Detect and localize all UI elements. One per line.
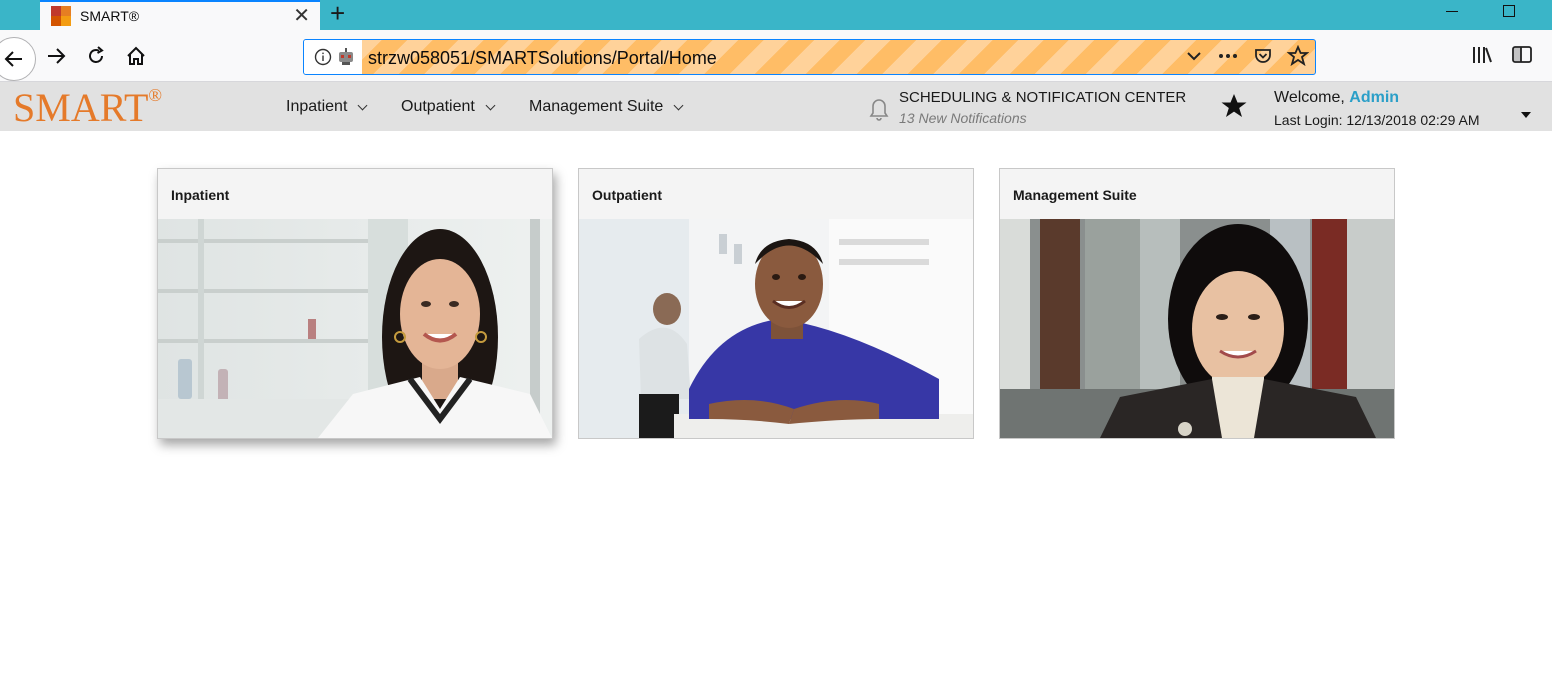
logo-text: SMART — [13, 85, 149, 130]
tile-outpatient[interactable]: Outpatient — [578, 168, 974, 439]
tile-management-suite-title: Management Suite — [1013, 187, 1137, 203]
welcome-prefix: Welcome, — [1274, 89, 1345, 106]
tile-management-suite[interactable]: Management Suite — [999, 168, 1395, 439]
woman-office-photo — [1000, 219, 1394, 438]
back-arrow-icon — [4, 51, 22, 67]
bookmark-star-icon[interactable] — [1287, 45, 1309, 67]
notification-count[interactable]: 13 New Notifications — [899, 110, 1027, 126]
last-login-text: Last Login: 12/13/2018 02:29 AM — [1274, 112, 1480, 128]
site-info-area[interactable] — [304, 40, 362, 74]
back-button[interactable] — [0, 37, 36, 81]
menu-outpatient[interactable]: Outpatient — [401, 98, 496, 116]
menu-inpatient[interactable]: Inpatient — [286, 98, 368, 116]
home-button[interactable] — [121, 41, 151, 71]
chevron-down-icon[interactable] — [1185, 47, 1203, 65]
address-bar[interactable]: strzw058051/SMARTSolutions/Portal/Home — [303, 39, 1316, 75]
smart-logo[interactable]: SMART® — [13, 84, 162, 131]
library-icon[interactable] — [1471, 45, 1493, 65]
chevron-down-icon — [673, 100, 684, 110]
user-name-link[interactable]: Admin — [1349, 89, 1399, 106]
forward-arrow-icon — [48, 48, 66, 64]
menu-inpatient-label: Inpatient — [286, 98, 348, 115]
woman-lab-coat-photo — [158, 219, 552, 438]
url-text[interactable]: strzw058051/SMARTSolutions/Portal/Home — [368, 48, 717, 69]
new-tab-icon[interactable]: + — [330, 0, 345, 26]
chevron-down-icon — [485, 100, 496, 110]
reload-button[interactable] — [81, 41, 111, 71]
maximize-window-icon[interactable] — [1503, 5, 1515, 17]
browser-nav-bar: strzw058051/SMARTSolutions/Portal/Home — [0, 30, 1552, 82]
user-menu-caret-icon[interactable] — [1521, 112, 1531, 118]
menu-outpatient-label: Outpatient — [401, 98, 475, 115]
welcome-text: Welcome, Admin — [1274, 89, 1399, 107]
app-header: SMART® Inpatient Outpatient Management S… — [0, 82, 1552, 131]
minimize-window-icon[interactable] — [1446, 11, 1458, 12]
more-actions-icon[interactable] — [1217, 47, 1239, 65]
tab-title: SMART® — [80, 8, 140, 24]
browser-tab-bar: SMART® ✕ + — [0, 0, 1552, 30]
logo-registered-mark: ® — [148, 85, 163, 105]
menu-management-suite-label: Management Suite — [529, 98, 664, 115]
tile-inpatient[interactable]: Inpatient — [157, 168, 553, 439]
tile-inpatient-title: Inpatient — [171, 187, 230, 203]
menu-management-suite[interactable]: Management Suite — [529, 98, 684, 116]
man-pharmacy-photo — [579, 219, 973, 438]
info-icon — [314, 48, 332, 66]
tile-outpatient-title: Outpatient — [592, 187, 662, 203]
reload-icon — [89, 46, 104, 63]
bell-icon[interactable] — [867, 95, 891, 121]
robot-icon — [339, 48, 353, 65]
home-icon — [127, 46, 145, 65]
favorites-star-icon[interactable] — [1220, 93, 1248, 119]
sidebar-icon[interactable] — [1511, 45, 1533, 65]
close-tab-icon[interactable]: ✕ — [293, 6, 310, 26]
notification-center-link[interactable]: SCHEDULING & NOTIFICATION CENTER — [899, 89, 1186, 106]
smart-favicon-icon — [51, 6, 71, 26]
chevron-down-icon — [357, 100, 368, 110]
browser-tab[interactable]: SMART® ✕ — [40, 0, 320, 30]
forward-button[interactable] — [41, 41, 71, 71]
pocket-icon[interactable] — [1253, 46, 1273, 66]
